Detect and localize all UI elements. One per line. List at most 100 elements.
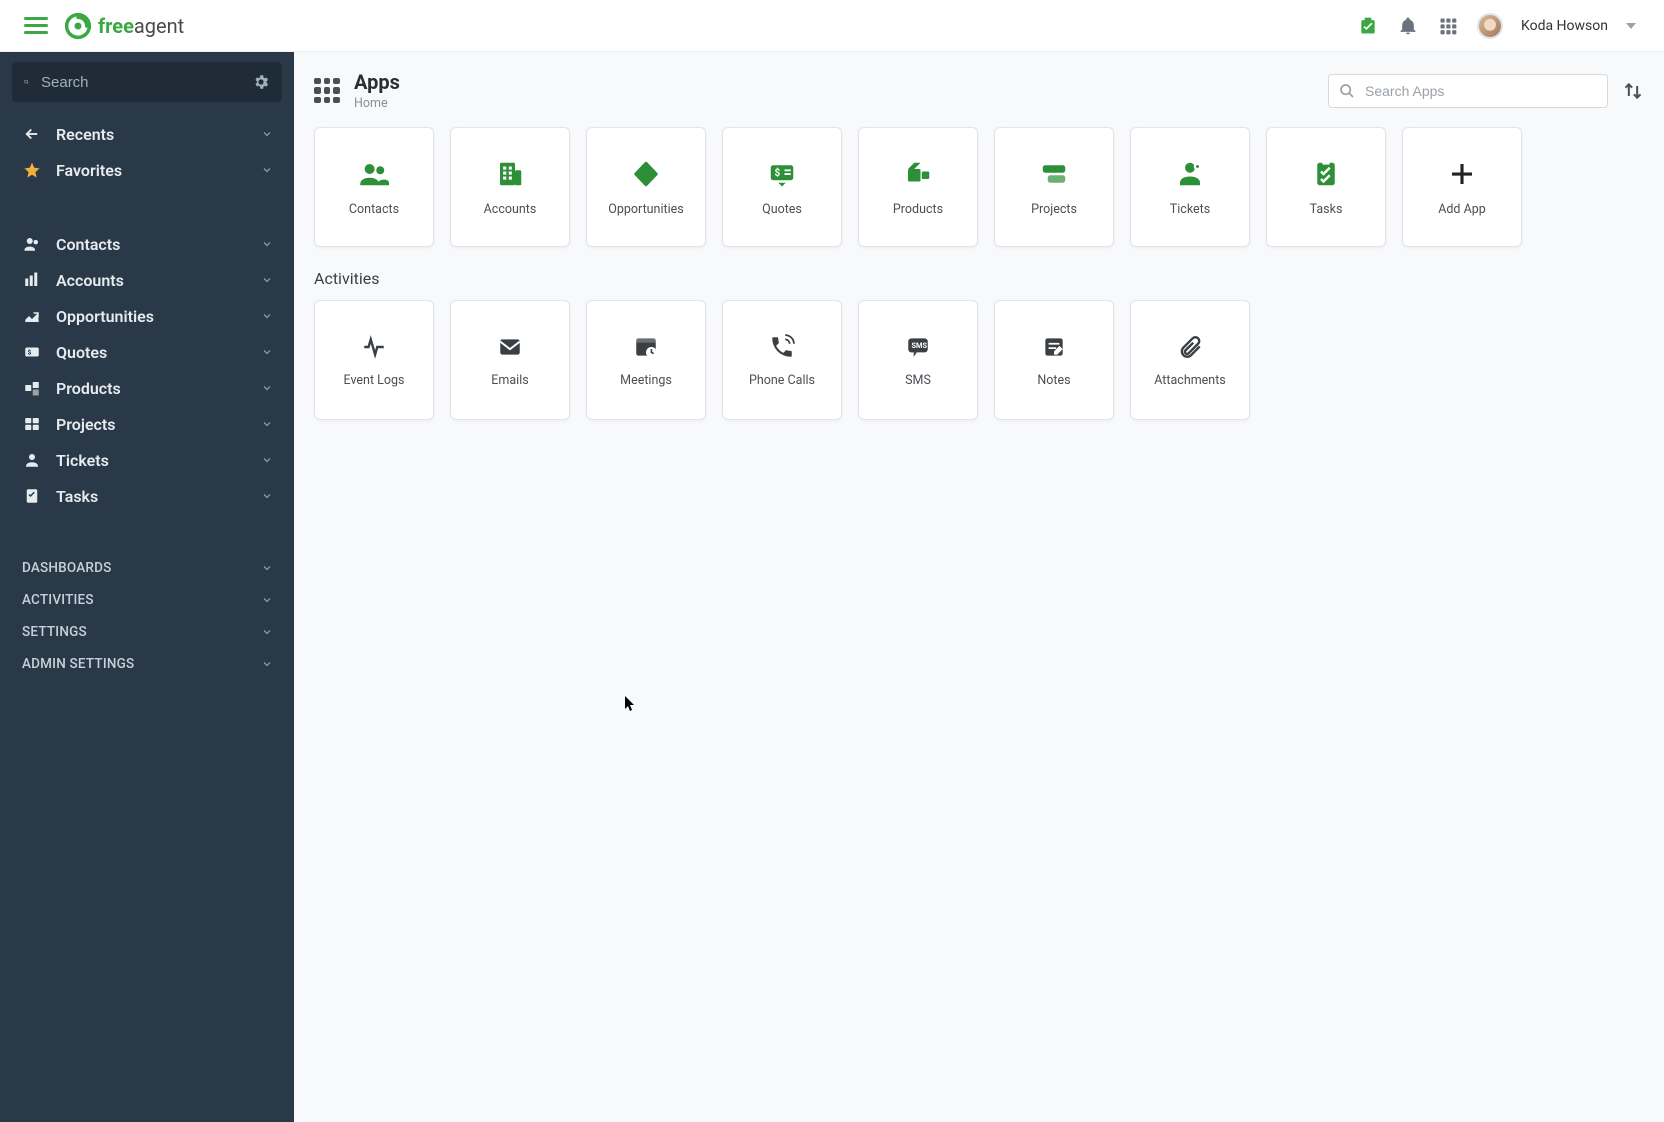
- nav-label: Accounts: [56, 271, 124, 290]
- nav-meta: DASHBOARDS ACTIVITIES SETTINGS ADMIN SET…: [0, 548, 294, 684]
- card-label: Contacts: [349, 202, 399, 217]
- app-card-products[interactable]: Products: [858, 127, 978, 247]
- breadcrumb[interactable]: Home: [354, 96, 400, 111]
- activity-card-sms[interactable]: SMS SMS: [858, 300, 978, 420]
- sidebar-item-quotes[interactable]: $ Quotes: [0, 334, 294, 370]
- products-icon: [22, 378, 42, 398]
- search-icon: [1339, 83, 1355, 99]
- chevron-down-icon: [260, 309, 274, 323]
- card-label: Products: [893, 202, 943, 217]
- chevron-down-icon: [260, 417, 274, 431]
- username: Koda Howson: [1521, 18, 1608, 34]
- clipboard-icon[interactable]: [1357, 15, 1379, 37]
- sort-icon[interactable]: [1622, 80, 1644, 102]
- sidebar-search-input[interactable]: [39, 73, 242, 92]
- bell-icon[interactable]: [1397, 15, 1419, 37]
- activity-card-event-logs[interactable]: Event Logs: [314, 300, 434, 420]
- svg-text:SMS: SMS: [912, 341, 928, 350]
- sidebar-section-settings[interactable]: SETTINGS: [0, 616, 294, 648]
- app-card-projects[interactable]: Projects: [994, 127, 1114, 247]
- contacts-icon: [22, 234, 42, 254]
- card-label: Tickets: [1170, 202, 1210, 217]
- card-label: Add App: [1438, 202, 1486, 217]
- projects-icon: [22, 414, 42, 434]
- card-label: SMS: [905, 373, 931, 388]
- activity-card-phone-calls[interactable]: Phone Calls: [722, 300, 842, 420]
- sidebar: Recents Favorites Contacts Accounts Oppo…: [0, 52, 294, 1122]
- sidebar-section-activities[interactable]: ACTIVITIES: [0, 584, 294, 616]
- brand-logo[interactable]: freeagent: [64, 12, 184, 40]
- nav-label: Tasks: [56, 487, 98, 506]
- app-card-tasks[interactable]: Tasks: [1266, 127, 1386, 247]
- chevron-down-icon: [260, 657, 274, 671]
- user-menu-caret[interactable]: [1626, 23, 1636, 29]
- sidebar-item-accounts[interactable]: Accounts: [0, 262, 294, 298]
- sms-icon: SMS: [904, 333, 932, 361]
- nav-label: Tickets: [56, 451, 109, 470]
- main-header: Apps Home: [314, 70, 1644, 111]
- nav-label: Opportunities: [56, 307, 154, 326]
- brand-text: freeagent: [98, 14, 184, 38]
- activity-card-emails[interactable]: Emails: [450, 300, 570, 420]
- sidebar-item-tasks[interactable]: Tasks: [0, 478, 294, 514]
- chevron-down-icon: [260, 381, 274, 395]
- app-card-contacts[interactable]: Contacts: [314, 127, 434, 247]
- search-apps-input[interactable]: [1363, 82, 1597, 100]
- apps-grid-icon[interactable]: [1437, 15, 1459, 37]
- chevron-down-icon: [260, 237, 274, 251]
- nav-label: Recents: [56, 125, 114, 144]
- app-card-add-app[interactable]: Add App: [1402, 127, 1522, 247]
- sidebar-item-products[interactable]: Products: [0, 370, 294, 406]
- sidebar-section-admin-settings[interactable]: ADMIN SETTINGS: [0, 648, 294, 680]
- app-card-tickets[interactable]: Tickets: [1130, 127, 1250, 247]
- avatar[interactable]: [1477, 13, 1503, 39]
- activity-card-notes[interactable]: Notes: [994, 300, 1114, 420]
- sidebar-item-projects[interactable]: Projects: [0, 406, 294, 442]
- card-label: Tasks: [1310, 202, 1343, 217]
- card-label: Opportunities: [608, 202, 683, 217]
- opportunities-icon: [630, 158, 662, 190]
- chevron-down-icon: [260, 561, 274, 575]
- sidebar-section-dashboards[interactable]: DASHBOARDS: [0, 552, 294, 584]
- nav-label: Projects: [56, 415, 116, 434]
- card-label: Quotes: [762, 202, 802, 217]
- chevron-down-icon: [260, 163, 274, 177]
- sidebar-item-tickets[interactable]: Tickets: [0, 442, 294, 478]
- sidebar-item-opportunities[interactable]: Opportunities: [0, 298, 294, 334]
- nav-label: Quotes: [56, 343, 107, 362]
- nav-label: Favorites: [56, 161, 122, 180]
- nav-apps: Contacts Accounts Opportunities $ Quotes…: [0, 222, 294, 518]
- nav-favorites[interactable]: Favorites: [0, 152, 294, 188]
- page-title: Apps: [354, 70, 400, 94]
- paperclip-icon: [1176, 333, 1204, 361]
- calendar-clock-icon: [632, 333, 660, 361]
- opportunities-icon: [22, 306, 42, 326]
- card-label: Event Logs: [344, 373, 405, 388]
- svg-text:$: $: [775, 165, 781, 178]
- nav-meta-label: DASHBOARDS: [22, 560, 112, 576]
- contacts-icon: [358, 158, 390, 190]
- app-card-quotes[interactable]: $ Quotes: [722, 127, 842, 247]
- topbar-right: Koda Howson: [1357, 13, 1664, 39]
- apps-grid-icon: [314, 78, 340, 104]
- tickets-icon: [22, 450, 42, 470]
- pulse-icon: [360, 333, 388, 361]
- activity-card-attachments[interactable]: Attachments: [1130, 300, 1250, 420]
- main: Apps Home Contacts Accounts Opportunitie…: [294, 52, 1664, 1122]
- app-card-accounts[interactable]: Accounts: [450, 127, 570, 247]
- nav-recents[interactable]: Recents: [0, 116, 294, 152]
- app-card-opportunities[interactable]: Opportunities: [586, 127, 706, 247]
- chevron-down-icon: [260, 273, 274, 287]
- tasks-icon: [1310, 158, 1342, 190]
- menu-toggle[interactable]: [24, 14, 48, 38]
- sidebar-search[interactable]: [12, 62, 282, 102]
- search-apps[interactable]: [1328, 74, 1608, 108]
- sidebar-item-contacts[interactable]: Contacts: [0, 226, 294, 262]
- tasks-icon: [22, 486, 42, 506]
- products-icon: [902, 158, 934, 190]
- search-settings-icon[interactable]: [252, 73, 270, 91]
- card-label: Accounts: [484, 202, 537, 217]
- chevron-down-icon: [260, 345, 274, 359]
- activity-card-meetings[interactable]: Meetings: [586, 300, 706, 420]
- note-icon: [1040, 333, 1068, 361]
